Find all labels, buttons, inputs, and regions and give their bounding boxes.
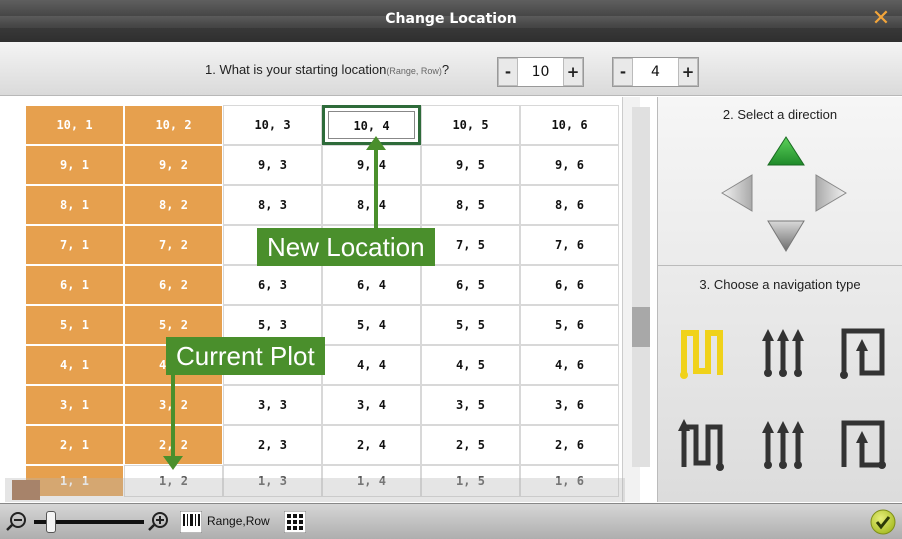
starting-location-question: 1. What is your starting location(Range,… (205, 62, 449, 77)
grid-cell[interactable]: 4, 6 (520, 345, 619, 385)
grid-cell[interactable]: 9, 4 (322, 145, 421, 185)
grid-cell[interactable]: 9, 2 (124, 145, 223, 185)
grid-cell[interactable]: 2, 4 (322, 425, 421, 465)
grid-cell[interactable]: 9, 3 (223, 145, 322, 185)
row-value[interactable]: 4 (633, 58, 678, 86)
triangle-down-icon[interactable] (766, 219, 806, 253)
horizontal-scroll-thumb[interactable] (12, 480, 40, 500)
grid-cell[interactable]: 10, 5 (421, 105, 520, 145)
grid-cell[interactable]: 6, 2 (124, 265, 223, 305)
panel-divider (658, 265, 902, 266)
triangle-up-icon[interactable] (766, 135, 806, 167)
question-text: 1. What is your starting location (205, 62, 387, 77)
serpentine-icon[interactable] (678, 325, 728, 379)
vertical-scrollbar[interactable] (632, 107, 650, 467)
grid-icon[interactable] (284, 511, 306, 533)
zoom-slider-thumb[interactable] (46, 511, 56, 533)
vertical-scroll-thumb[interactable] (632, 307, 650, 347)
plot-grid: 10, 1 10, 2 10, 3 10, 4 10, 5 10, 6 9, 1 9, 2 9,… (5, 97, 655, 502)
new-location-arrow-line (374, 146, 378, 232)
grid-label: Range,Row (207, 514, 270, 528)
new-location-callout: New Location (257, 228, 435, 266)
grid-cell[interactable]: 7, 2 (124, 225, 223, 265)
grid-cell[interactable]: 2, 3 (223, 425, 322, 465)
spiral-icon[interactable] (838, 325, 888, 379)
grid-cell[interactable]: 6, 4 (322, 265, 421, 305)
barcode-icon[interactable] (180, 511, 202, 533)
grid-cell[interactable]: 3, 6 (520, 385, 619, 425)
grid-cell[interactable]: 3, 3 (223, 385, 322, 425)
grid-cell[interactable]: 2, 1 (25, 425, 124, 465)
grid-cell[interactable]: 10, 2 (124, 105, 223, 145)
current-plot-arrow-line (171, 375, 175, 460)
options-panel: 2. Select a direction 3. Choose a naviga… (657, 97, 902, 502)
horizontal-scrollbar[interactable] (5, 478, 625, 502)
grid-cell[interactable]: 9, 1 (25, 145, 124, 185)
grid-cell[interactable]: 3, 5 (421, 385, 520, 425)
current-plot-arrowhead-icon (163, 456, 183, 470)
spiral-alt-icon[interactable] (838, 417, 888, 471)
grid-cell[interactable]: 7, 5 (421, 225, 520, 265)
question-suffix: ? (441, 62, 450, 77)
zoom-in-icon[interactable] (148, 510, 170, 532)
grid-cell[interactable]: 8, 6 (520, 185, 619, 225)
grid-cell[interactable]: 5, 6 (520, 305, 619, 345)
grid-cell[interactable]: 3, 1 (25, 385, 124, 425)
grid-cell[interactable]: 5, 5 (421, 305, 520, 345)
row-increment-button[interactable]: + (678, 58, 698, 86)
parallel-up-alt-icon[interactable] (758, 417, 808, 471)
range-decrement-button[interactable]: - (498, 58, 518, 86)
navigation-title: 3. Choose a navigation type (699, 277, 861, 292)
triangle-right-icon[interactable] (814, 173, 848, 213)
question-hint: (Range, Row) (386, 66, 442, 76)
grid-cell[interactable]: 8, 1 (25, 185, 124, 225)
grid-cell[interactable]: 2, 5 (421, 425, 520, 465)
range-increment-button[interactable]: + (563, 58, 583, 86)
zoom-out-icon[interactable] (6, 510, 28, 532)
parallel-up-icon[interactable] (758, 325, 808, 379)
current-plot-callout: Current Plot (166, 337, 325, 375)
grid-cell[interactable]: 6, 6 (520, 265, 619, 305)
grid-cell[interactable]: 10, 6 (520, 105, 619, 145)
direction-title: 2. Select a direction (722, 107, 838, 122)
grid-cell[interactable]: 8, 5 (421, 185, 520, 225)
title-bar: Change Location ✕ (0, 0, 902, 42)
starting-location-bar: 1. What is your starting location(Range,… (0, 42, 902, 96)
row-decrement-button[interactable]: - (613, 58, 633, 86)
window-title: Change Location (385, 11, 517, 27)
grid-cell[interactable]: 8, 2 (124, 185, 223, 225)
grid-cell[interactable]: 7, 6 (520, 225, 619, 265)
new-location-arrowhead-icon (366, 136, 386, 150)
grid-cell[interactable]: 4, 1 (25, 345, 124, 385)
check-icon[interactable] (870, 509, 896, 535)
grid-cell[interactable]: 5, 1 (25, 305, 124, 345)
change-location-dialog: Change Location ✕ 1. What is your starti… (0, 0, 902, 539)
grid-cell[interactable]: 5, 4 (322, 305, 421, 345)
grid-cell[interactable]: 4, 4 (322, 345, 421, 385)
grid-cell[interactable]: 8, 4 (322, 185, 421, 225)
row-stepper: - 4 + (612, 57, 699, 87)
grid-cell[interactable]: 10, 3 (223, 105, 322, 145)
close-icon[interactable]: ✕ (870, 8, 892, 30)
range-value[interactable]: 10 (518, 58, 563, 86)
grid-cell-label: 10, 4 (328, 111, 415, 139)
grid-cell[interactable]: 6, 5 (421, 265, 520, 305)
grid-cell[interactable]: 8, 3 (223, 185, 322, 225)
grid-cell[interactable]: 3, 4 (322, 385, 421, 425)
grid-cell[interactable]: 4, 5 (421, 345, 520, 385)
grid-cell[interactable]: 2, 6 (520, 425, 619, 465)
bottom-toolbar: Range,Row (0, 503, 902, 539)
serpentine-alt-icon[interactable] (678, 417, 728, 471)
grid-cell[interactable]: 7, 1 (25, 225, 124, 265)
grid-cell[interactable]: 10, 1 (25, 105, 124, 145)
grid-cell[interactable]: 6, 1 (25, 265, 124, 305)
grid-cell[interactable]: 9, 5 (421, 145, 520, 185)
triangle-left-icon[interactable] (720, 173, 754, 213)
grid-cell[interactable]: 9, 6 (520, 145, 619, 185)
grid-cell[interactable]: 6, 3 (223, 265, 322, 305)
range-stepper: - 10 + (497, 57, 584, 87)
